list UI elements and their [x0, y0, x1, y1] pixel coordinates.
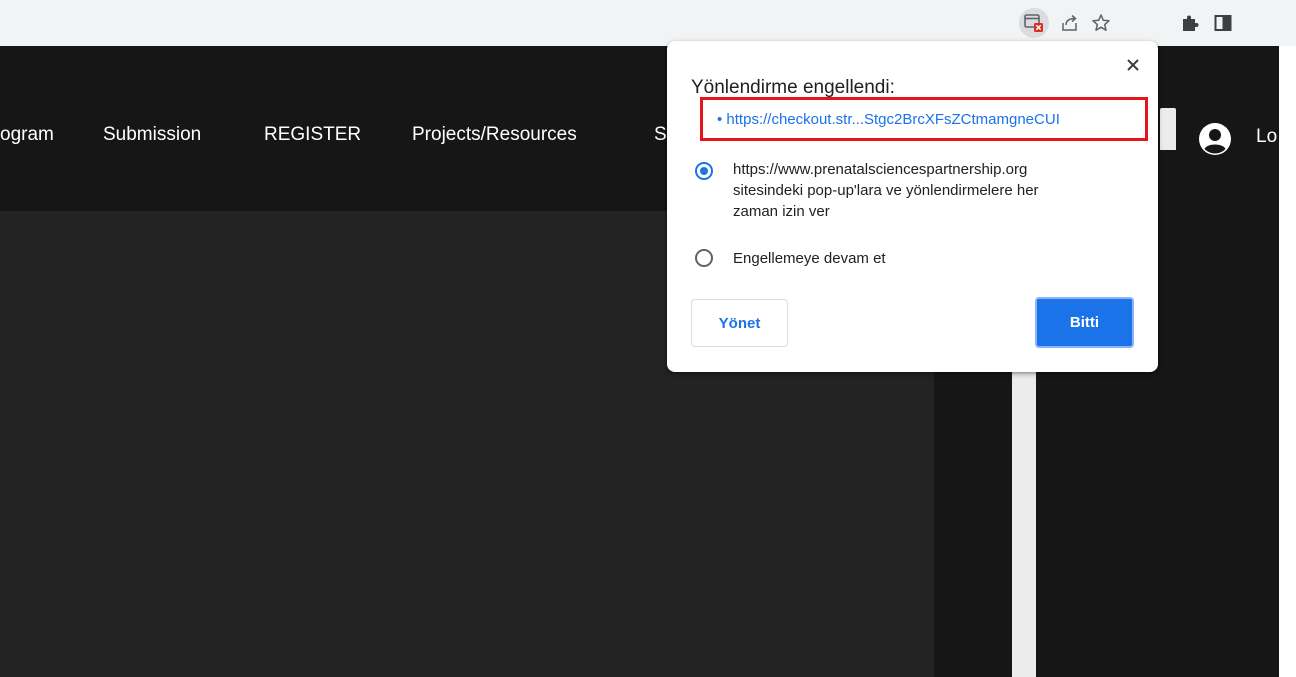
share-icon[interactable] — [1055, 8, 1085, 38]
bookmark-star-icon[interactable] — [1086, 8, 1116, 38]
close-icon[interactable] — [1122, 54, 1144, 76]
page-scrollbar[interactable] — [1279, 46, 1296, 677]
nav-item-submission[interactable]: Submission — [103, 124, 201, 146]
manage-button[interactable]: Yönet — [691, 299, 788, 347]
redirect-blocked-popup: Yönlendirme engellendi: • https://checko… — [667, 41, 1158, 372]
option-allow-line: sitesindeki pop-up'lara ve yönlendirmele… — [733, 182, 1039, 199]
account-avatar-icon[interactable] — [1198, 122, 1232, 156]
login-link[interactable]: Lo — [1256, 126, 1277, 148]
option-allow-line: zaman izin ver — [733, 203, 830, 220]
nav-item-projects-resources[interactable]: Projects/Resources — [412, 124, 577, 146]
popup-title: Yönlendirme engellendi: — [691, 77, 895, 98]
extensions-puzzle-icon[interactable] — [1175, 8, 1205, 38]
shopping-bag-icon[interactable] — [1160, 108, 1176, 150]
option-allow-label[interactable]: https://www.prenatalsciencespartnership.… — [733, 159, 1039, 222]
popup-blocked-icon[interactable] — [1019, 8, 1049, 38]
nav-item-s[interactable]: S — [654, 124, 667, 146]
option-block-label[interactable]: Engellemeye devam et — [733, 248, 886, 269]
radio-keep-blocking[interactable] — [695, 249, 713, 267]
nav-item-program[interactable]: ogram — [0, 124, 54, 146]
decorative-image — [1012, 366, 1036, 677]
done-button[interactable]: Bitti — [1035, 297, 1134, 348]
side-panel-icon[interactable] — [1208, 8, 1238, 38]
option-allow-line: https://www.prenatalsciencespartnership.… — [733, 161, 1028, 178]
browser-toolbar — [0, 0, 1296, 46]
nav-item-register[interactable]: REGISTER — [264, 124, 361, 146]
blocked-url-highlight: • https://checkout.str...Stgc2BrcXFsZCtm… — [700, 97, 1148, 141]
radio-allow[interactable] — [695, 162, 713, 180]
blocked-url-link[interactable]: • https://checkout.str...Stgc2BrcXFsZCtm… — [717, 111, 1060, 128]
